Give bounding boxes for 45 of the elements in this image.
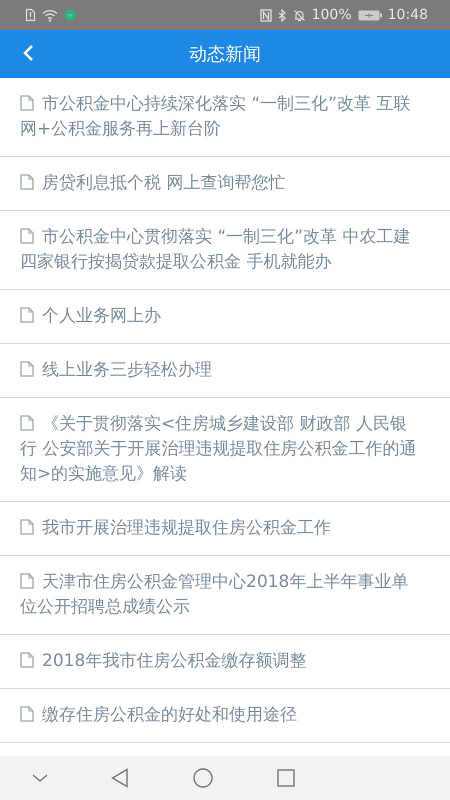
news-title: 天津市住房公积金管理中心2018年上半年事业单位公开招聘总成绩公示 [20, 571, 410, 619]
news-item[interactable]: 线上业务三步轻松办理 [0, 344, 450, 398]
news-item[interactable]: 天津市住房公积金管理中心2018年上半年事业单位公开招聘总成绩公示 [0, 556, 450, 635]
home-circle-icon[interactable] [192, 768, 213, 788]
document-icon [20, 307, 34, 323]
news-item[interactable]: 《关于贯彻落实<住房城乡建设部 财政部 人民银行 公安部关于开展治理违规提取住房公积金工作的通知>的实施意见》解读 [0, 398, 450, 502]
battery-icon [358, 10, 382, 20]
document-icon [20, 228, 34, 244]
news-item[interactable]: 市公积金中心持续深化落实 “一制三化”改革 互联网+公积金服务再上新台阶 [0, 78, 450, 157]
news-title: 线上业务三步轻松办理 [20, 358, 418, 383]
status-time: 10:48 [388, 7, 428, 23]
recents-square-icon[interactable] [276, 769, 295, 787]
app-notification-icon [64, 9, 76, 21]
document-icon [20, 573, 34, 589]
document-icon [20, 361, 34, 377]
document-icon [20, 652, 34, 668]
news-title: 市公积金中心贯彻落实 “一制三化”改革 中农工建四家银行按揭贷款提取公积金 手机就能办 [20, 226, 412, 274]
back-triangle-icon[interactable] [111, 768, 130, 788]
document-icon [20, 706, 34, 722]
news-title: 市公积金中心持续深化落实 “一制三化”改革 互联网+公积金服务再上新台阶 [20, 93, 412, 141]
page-title: 动态新闻 [189, 43, 261, 66]
news-title: 2018年我市住房公积金缴存额调整 [20, 649, 418, 674]
nfc-icon [260, 8, 272, 22]
battery-percentage: 100% [312, 7, 352, 23]
news-item[interactable]: 个人业务网上办 [0, 290, 450, 344]
document-icon [20, 174, 34, 190]
chevron-down-icon[interactable] [32, 773, 48, 783]
news-item[interactable]: 2018年我市住房公积金缴存额调整 [0, 635, 450, 689]
document-icon [20, 519, 34, 535]
news-item[interactable]: 房贷利息抵个税 网上查询帮您忙 [0, 157, 450, 211]
news-item[interactable]: 我市开展治理违规提取住房公积金工作 [0, 502, 450, 556]
wifi-icon [42, 8, 58, 22]
bluetooth-icon [278, 8, 287, 22]
back-icon [22, 44, 34, 62]
news-title: 我市开展治理违规提取住房公积金工作 [20, 516, 418, 541]
sim-alert-icon [25, 8, 36, 22]
news-title: 个人业务网上办 [20, 304, 418, 329]
news-item[interactable]: 缴存住房公积金的好处和使用途径 [0, 689, 450, 743]
news-title: 《关于贯彻落实<住房城乡建设部 财政部 人民银行 公安部关于开展治理违规提取住房公积金工作的通知>的实施意见》解读 [20, 413, 418, 486]
news-title: 房贷利息抵个税 网上查询帮您忙 [20, 171, 418, 196]
document-icon [20, 95, 34, 111]
bell-off-icon [292, 8, 306, 22]
news-item[interactable]: 市公积金中心贯彻落实 “一制三化”改革 中农工建四家银行按揭贷款提取公积金 手机就能办 [0, 211, 450, 290]
news-title: 缴存住房公积金的好处和使用途径 [20, 703, 418, 728]
document-icon [20, 415, 34, 431]
